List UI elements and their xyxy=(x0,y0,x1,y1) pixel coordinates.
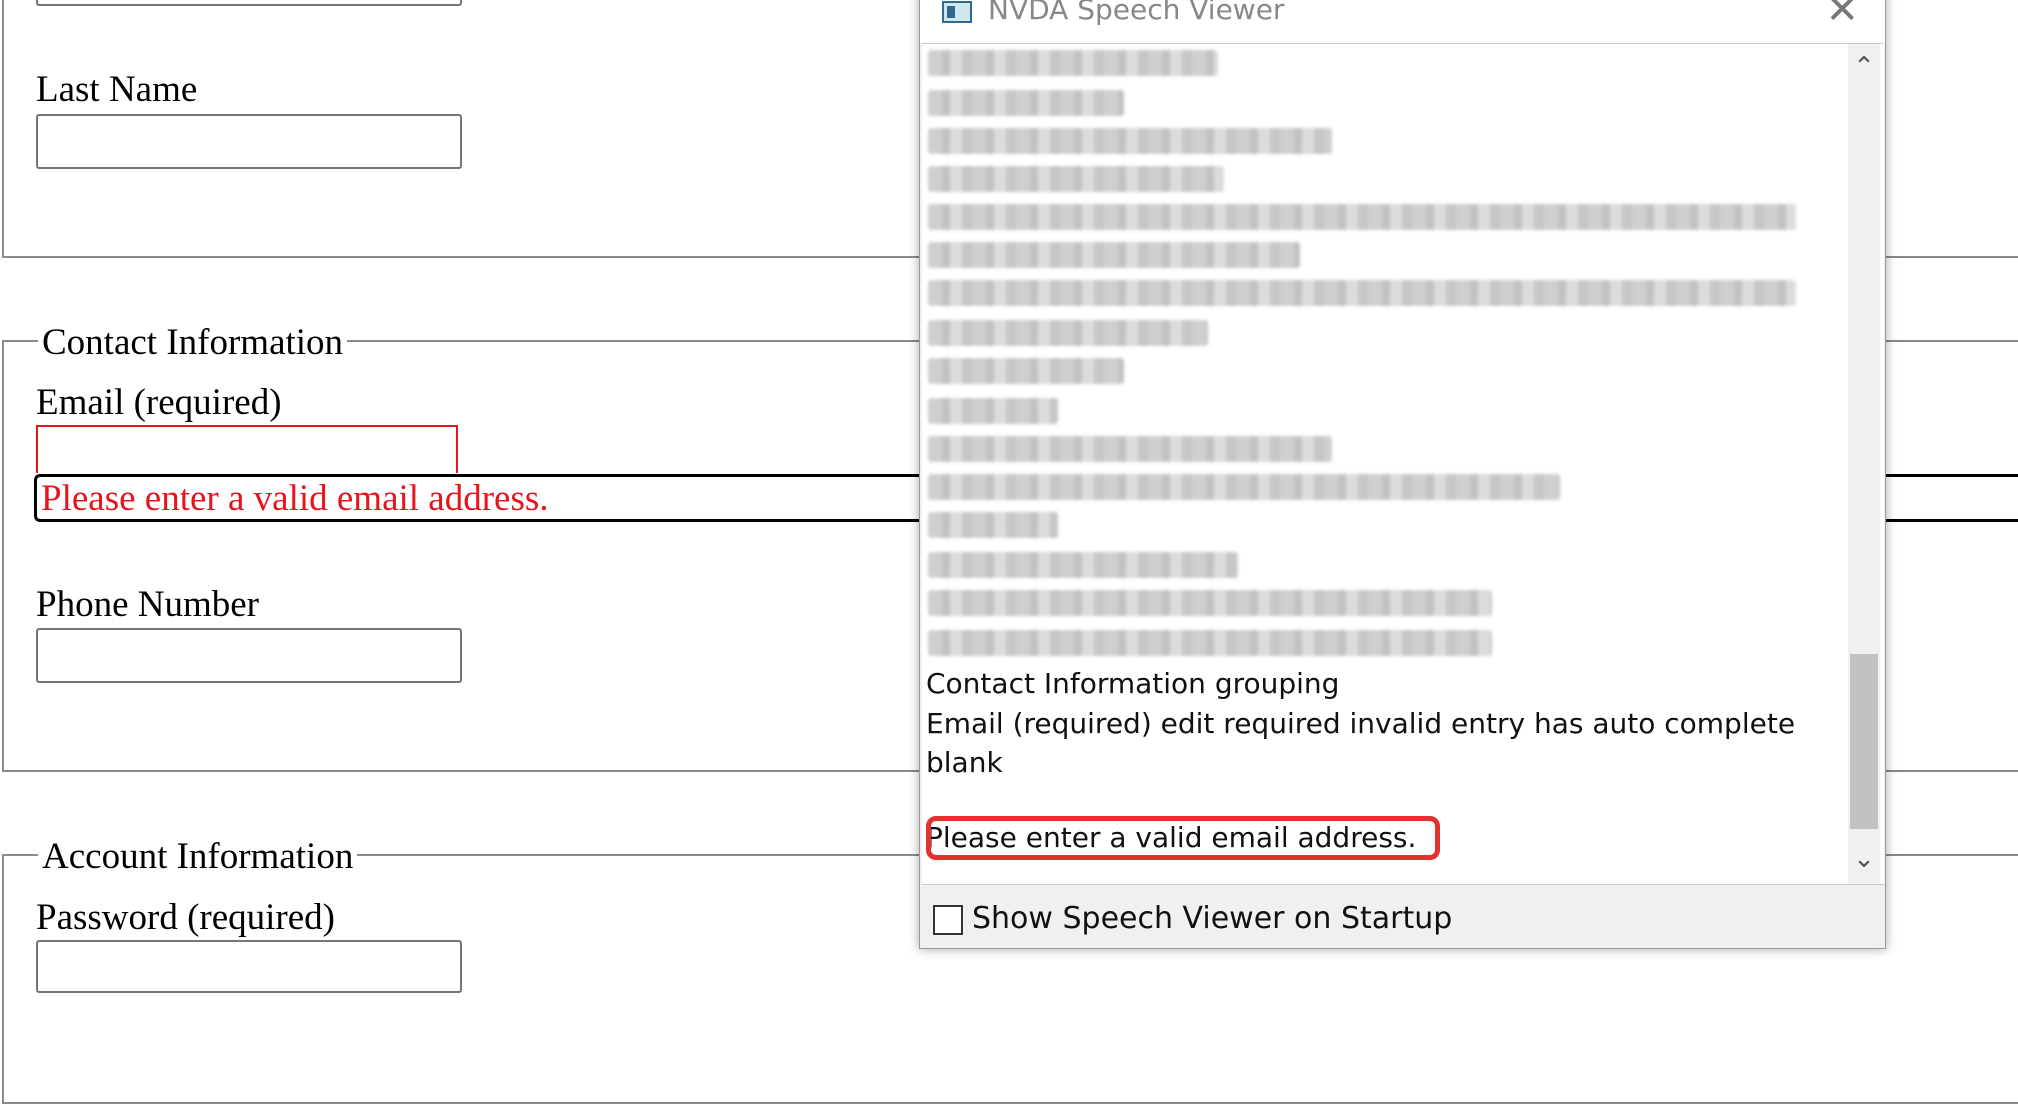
speech-log-scrollbar[interactable]: ⌃ ⌄ xyxy=(1848,44,1880,884)
redacted-speech-line xyxy=(928,398,1058,424)
redacted-speech-line xyxy=(928,320,1208,346)
email-input[interactable] xyxy=(36,425,458,473)
account-information-legend: Account Information xyxy=(38,837,358,877)
redacted-speech-line xyxy=(928,552,1238,578)
redacted-speech-line xyxy=(928,128,1332,154)
redacted-speech-line xyxy=(928,512,1058,538)
show-on-startup-checkbox[interactable] xyxy=(933,905,963,935)
speech-line: Email (required) edit required invalid e… xyxy=(926,707,1796,740)
speech-line: blank xyxy=(926,746,1003,779)
redacted-speech-line xyxy=(928,204,1796,230)
phone-number-label: Phone Number xyxy=(36,584,259,625)
redacted-speech-line xyxy=(928,436,1332,462)
email-error-message: Please enter a valid email address. xyxy=(41,478,549,519)
redacted-speech-line xyxy=(928,50,1218,76)
last-name-label: Last Name xyxy=(36,69,198,110)
contact-information-legend: Contact Information xyxy=(38,323,348,363)
redacted-speech-line xyxy=(928,242,1300,268)
last-name-input[interactable] xyxy=(36,114,462,169)
redacted-speech-line xyxy=(928,630,1492,656)
speech-viewer-title: NVDA Speech Viewer xyxy=(988,0,1285,26)
nvda-app-icon xyxy=(942,1,972,23)
email-label: Email (required) xyxy=(36,382,282,423)
phone-number-input[interactable] xyxy=(36,628,462,683)
chevron-up-icon[interactable]: ⌃ xyxy=(1848,52,1880,82)
speech-log[interactable]: Contact Information grouping Email (requ… xyxy=(922,43,1884,885)
scrollbar-thumb[interactable] xyxy=(1850,654,1878,829)
show-on-startup-label[interactable]: Show Speech Viewer on Startup xyxy=(972,899,1452,939)
password-label: Password (required) xyxy=(36,897,335,938)
first-name-input[interactable] xyxy=(36,0,462,6)
redacted-speech-line xyxy=(928,90,1124,116)
annotation-highlight-box xyxy=(926,816,1440,860)
chevron-down-icon[interactable]: ⌄ xyxy=(1848,844,1880,874)
close-icon[interactable]: ✕ xyxy=(1825,0,1859,35)
redacted-speech-line xyxy=(928,474,1560,500)
redacted-speech-line xyxy=(928,590,1492,616)
speech-viewer-titlebar[interactable]: NVDA Speech Viewer ✕ xyxy=(920,0,1885,43)
redacted-speech-line xyxy=(928,358,1124,384)
speech-viewer-window: NVDA Speech Viewer ✕ Contact Information… xyxy=(919,0,1886,949)
redacted-speech-line xyxy=(928,166,1224,192)
speech-line: Contact Information grouping xyxy=(926,667,1340,700)
password-input[interactable] xyxy=(36,940,462,993)
redacted-speech-line xyxy=(928,280,1796,306)
